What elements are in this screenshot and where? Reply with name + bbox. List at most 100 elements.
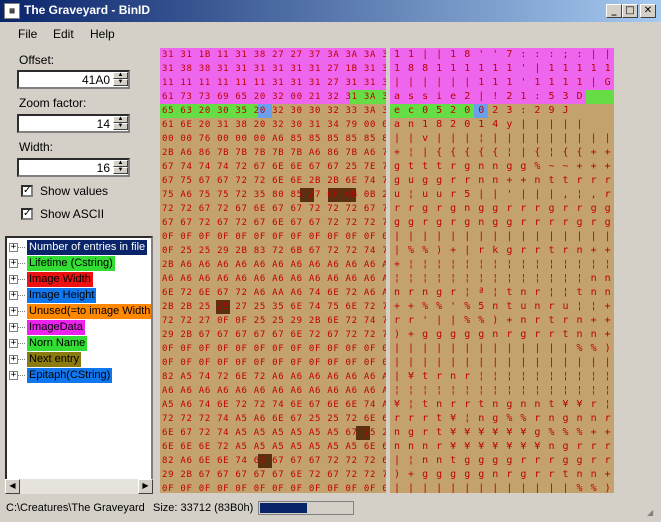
ascii-row[interactable]: + ¦ ¦ ¦ ¦ ¦ ¦ ¦ ¦ ¦ ¦ ¦ ¦ ¦ ¦ ¦ — [394, 258, 612, 272]
ascii-row[interactable]: + + % % ' % 5 n t u n r u ¦ ¦ + — [394, 300, 612, 314]
ascii-row[interactable]: | | | | | | | | | | | | | % % ) — [394, 342, 612, 356]
hex-row[interactable]: 6E 6E 6E 72 A5 A5 A5 A5 A5 A5 A5 6E 67 7… — [162, 440, 386, 454]
ascii-row[interactable]: ) + g g g g g n r g r r t n n + — [394, 468, 612, 482]
show-values-checkbox[interactable]: ✓ — [21, 185, 33, 197]
hex-row[interactable]: 6E 72 6E 67 72 A6 AA A6 74 6E 72 A6 A6 7… — [162, 286, 386, 300]
hex-row[interactable]: 11 11 11 11 11 11 31 31 31 27 31 31 31 3… — [162, 76, 386, 90]
hex-row[interactable]: A5 A6 74 6E 72 72 74 6E 67 6E 6E 74 A5 A… — [162, 398, 386, 412]
hex-row[interactable]: 2B A6 86 7B 7B 7B 7B 7B A6 86 7B A6 7B 7… — [162, 146, 386, 160]
width-spinner[interactable]: 16 ▲ ▼ — [17, 158, 130, 177]
hex-row[interactable]: 31 31 1B 11 31 38 27 27 37 3A 3A 3A 3B 3… — [162, 48, 386, 62]
title-bar[interactable]: ▦ The Graveyard - BinID _ □ ✕ — [0, 0, 661, 22]
expand-icon[interactable]: + — [9, 275, 18, 284]
tree-item-label[interactable]: Norn Name — [27, 336, 88, 351]
hex-row[interactable]: 0F 0F 0F 0F 0F 0F 0F 0F 0F 0F 0F 0F 0F 0… — [162, 230, 386, 244]
ascii-row[interactable]: n r n g r ¦ ª ¦ t n r ¦ ¦ t n n — [394, 286, 612, 300]
hex-row[interactable]: 29 2B 67 67 67 67 67 6E 72 67 72 72 74 6… — [162, 468, 386, 482]
show-values-label[interactable]: Show values — [40, 184, 108, 198]
expand-icon[interactable]: + — [9, 243, 18, 252]
hex-row[interactable]: 67 74 74 74 72 67 6E 6E 67 67 25 7E 7E 2… — [162, 160, 386, 174]
hex-row[interactable]: 6E 67 72 74 A5 A5 A5 A5 A5 A5 67 25 25 2… — [162, 426, 386, 440]
tree-horizontal-scrollbar[interactable]: ◀ ▶ — [5, 479, 153, 494]
hex-row[interactable]: 67 75 67 67 72 72 6E 6E 2B 2B 6E 74 74 7… — [162, 174, 386, 188]
tree-item-label[interactable]: Image Width — [27, 272, 93, 287]
expand-icon[interactable]: + — [9, 291, 18, 300]
ascii-pane[interactable]: 1 1 | | 1 8 ' ' 7 : : : ; : | | 1 8 8 1 1… — [390, 48, 614, 493]
ascii-row[interactable]: | ¥ t r n r ¦ ¦ ¦ ¦ ¦ ¦ ¦ ¦ ¦ ¦ — [394, 370, 612, 384]
zoom-value[interactable]: 14 — [97, 117, 110, 131]
ascii-row[interactable]: ¦ ¦ ¦ ¦ ¦ ¦ ¦ ¦ ¦ ¦ ¦ ¦ ¦ ¦ n n — [394, 272, 612, 286]
hex-row[interactable]: 67 67 72 67 72 67 6E 67 67 72 72 72 72 6… — [162, 216, 386, 230]
hex-row[interactable]: 0F 25 25 29 2B 83 72 6B 67 72 72 74 72 6… — [162, 244, 386, 258]
expand-icon[interactable]: + — [9, 371, 18, 380]
ascii-row[interactable]: 1 8 8 1 1 1 1 1 1 ' | 1 1 1 1 1 — [394, 62, 612, 76]
hex-row[interactable]: 2B A6 A6 A6 A6 A6 A6 A6 A6 A6 A6 A6 A6 A… — [162, 258, 386, 272]
tree-item-label[interactable]: Epitaph(CString) — [27, 368, 113, 383]
hex-row[interactable]: 72 72 72 74 A5 A6 6E 67 25 25 72 6E 67 6… — [162, 412, 386, 426]
hex-row[interactable]: 65 63 20 30 35 20 32 30 30 32 33 3A 32 3… — [162, 104, 386, 118]
hex-values-pane[interactable]: 31 31 1B 11 31 38 27 27 37 3A 3A 3A 3B 3… — [160, 48, 386, 493]
zoom-down-button[interactable]: ▼ — [113, 123, 128, 130]
ascii-row[interactable]: a s s i e 2 | ! 2 1 : 5 3 D — [394, 90, 584, 104]
hex-row[interactable]: 31 38 38 31 31 31 31 31 31 27 1B 31 31 3… — [162, 62, 386, 76]
hex-row[interactable]: 72 72 27 0F 0F 25 25 29 2B 6E 72 74 72 6… — [162, 314, 386, 328]
show-ascii-checkbox[interactable]: ✓ — [21, 208, 33, 220]
minimize-button[interactable]: _ — [606, 4, 622, 18]
binid-app-icon[interactable]: ▦ — [4, 3, 20, 19]
hex-row[interactable]: 72 72 67 72 67 6E 67 67 72 72 72 67 72 7… — [162, 202, 386, 216]
expand-icon[interactable]: + — [9, 323, 18, 332]
menu-file[interactable]: File — [18, 27, 37, 41]
ascii-row[interactable]: n g r t ¥ ¥ ¥ ¥ ¥ ¥ g % % % + + — [394, 426, 612, 440]
tree-item-label[interactable]: Image Height — [27, 288, 97, 303]
menu-edit[interactable]: Edit — [53, 27, 74, 41]
ascii-row[interactable]: | | v | | | ¦ | | | | | | | | | — [394, 132, 612, 146]
ascii-row[interactable]: a n 1 8 2 0 1 4 y | | | | | — [394, 118, 584, 132]
tree-item-label[interactable]: Number of entries in file — [27, 240, 148, 255]
hex-row[interactable]: 61 73 73 69 65 20 32 00 21 32 31 3A 35 3… — [162, 90, 386, 104]
offset-down-button[interactable]: ▼ — [113, 79, 128, 86]
ascii-row[interactable]: ¦ ¦ ¦ ¦ ¦ ¦ ¦ ¦ ¦ ¦ ¦ ¦ ¦ ¦ ¦ ¦ — [394, 384, 612, 398]
maximize-button[interactable]: □ — [622, 4, 638, 18]
hex-row[interactable]: A6 A6 A6 A6 A6 A6 A6 A6 A6 A6 A6 A6 A6 A… — [162, 272, 386, 286]
hex-row[interactable]: 29 2B 67 67 67 67 67 6E 72 67 72 72 74 6… — [162, 328, 386, 342]
expand-icon[interactable]: + — [9, 307, 18, 316]
ascii-row[interactable]: e c 0 5 2 0 0 2 3 : 2 9 J — [394, 104, 570, 118]
ascii-row[interactable]: r r r t ¥ ¦ n g % % r n g n n r — [394, 412, 612, 426]
hex-row[interactable]: 82 A5 74 72 6E 72 A6 A6 A6 A6 A6 A6 A6 A… — [162, 370, 386, 384]
hex-row[interactable]: 61 6E 20 31 38 20 32 30 31 34 79 00 00 0… — [162, 118, 386, 132]
ascii-row[interactable]: | ¦ n n t g g g g r r r g g r r — [394, 454, 612, 468]
hex-row[interactable]: 2B 2B 25 25 27 25 35 6E 74 75 6E 72 75 A… — [162, 300, 386, 314]
menu-help[interactable]: Help — [90, 27, 115, 41]
expand-icon[interactable]: + — [9, 259, 18, 268]
ascii-row[interactable]: | | | | | | | | | | | | | % % ) — [394, 482, 612, 493]
offset-value[interactable]: 41A0 — [82, 73, 110, 87]
ascii-row[interactable]: g t t t r g n n g g % ~ ~ + + + — [394, 160, 612, 174]
width-down-button[interactable]: ▼ — [113, 167, 128, 174]
hex-viewer[interactable]: 31 31 1B 11 31 38 27 27 37 3A 3A 3A 3B 3… — [158, 46, 661, 495]
ascii-row[interactable]: n n n r ¥ ¥ ¥ ¥ ¥ ¥ ¥ n g r r r — [394, 440, 612, 454]
tree-item-label[interactable]: ImageData — [27, 320, 85, 335]
ascii-row[interactable]: g g r g r g n g g r r r r g r g — [394, 216, 612, 230]
ascii-row[interactable]: ) + g g g g g n r g r r t n n + — [394, 328, 612, 342]
ascii-row[interactable]: | | | | | | 1 1 1 ' 1 1 1 1 | G — [394, 76, 612, 90]
show-ascii-label[interactable]: Show ASCII — [40, 207, 104, 221]
ascii-row[interactable]: 1 1 | | 1 8 ' ' 7 : : : ; : | | — [394, 48, 612, 62]
hex-row[interactable]: A6 A6 A6 A6 A6 A6 A6 A6 A6 A6 A6 A6 A6 A… — [162, 384, 386, 398]
tree-item-label[interactable]: Lifetime (Cstring) — [27, 256, 115, 271]
ascii-row[interactable]: | % % ) + | r k g r r t r n + + — [394, 244, 612, 258]
offset-spinner[interactable]: 41A0 ▲ ▼ — [17, 70, 130, 89]
ascii-row[interactable]: ¥ ¦ t n r r t n g n n t ¥ ¥ r ¦ — [394, 398, 612, 412]
ascii-row[interactable]: | | | | | | | | | | | | | | | | — [394, 356, 612, 370]
close-button[interactable]: ✕ — [640, 4, 656, 18]
resize-grip[interactable]: ◢ — [647, 508, 659, 520]
hex-row[interactable]: 00 00 76 00 00 00 A6 85 85 85 85 85 85 8… — [162, 132, 386, 146]
ascii-row[interactable]: | | | | | | | | | | | | | | | | — [394, 230, 612, 244]
ascii-row[interactable]: r r ' | | % % ) + n r t r n + + — [394, 314, 612, 328]
expand-icon[interactable]: + — [9, 355, 18, 364]
hex-row[interactable]: 75 A6 75 75 72 35 80 85 27 0F 0B 0B 2C A… — [162, 188, 386, 202]
ascii-row[interactable]: g u g g r r n n + + n t t r r r — [394, 174, 612, 188]
field-tree[interactable]: + Number of entries in file + Lifetime (Cst… — [5, 236, 153, 492]
ascii-row[interactable]: u ¦ u u r 5 | | ' | | | , ¦ , r — [394, 188, 612, 202]
scroll-right-button[interactable]: ▶ — [138, 479, 153, 494]
tree-item-label[interactable]: Unused(=to image Width) — [27, 304, 151, 319]
